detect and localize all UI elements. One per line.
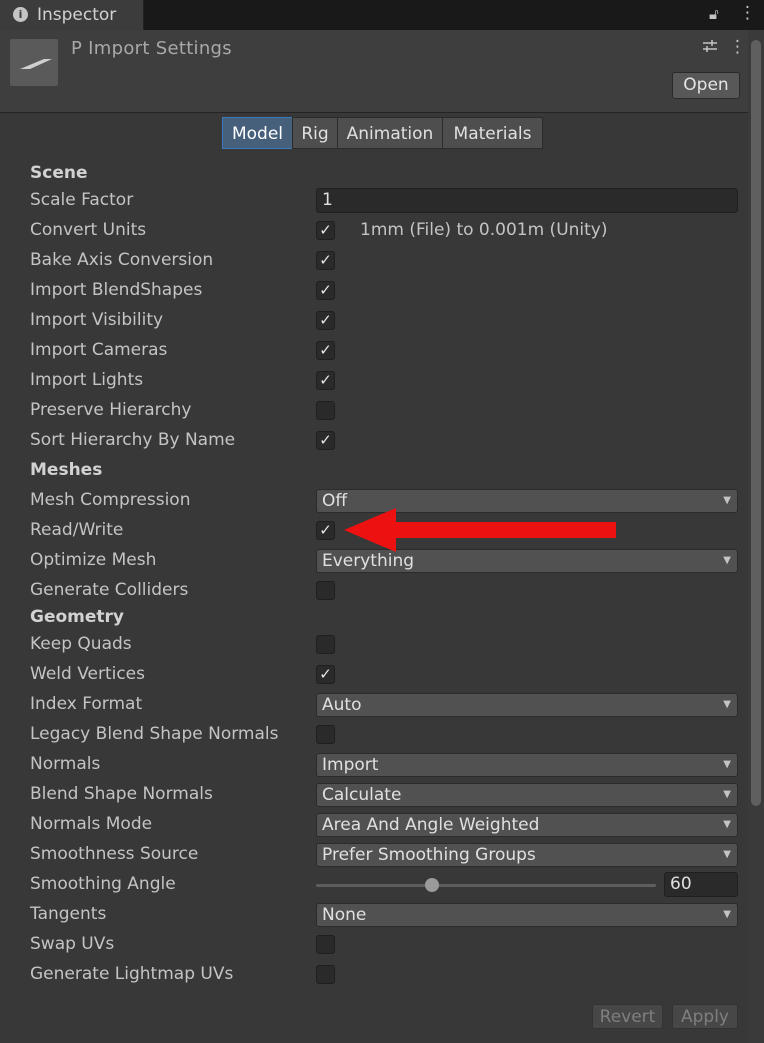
asset-title: P Import Settings	[71, 38, 232, 59]
read-write-checkbox[interactable]: ✓	[316, 521, 335, 540]
scrollbar-thumb[interactable]	[751, 40, 761, 806]
scale-factor-field[interactable]: 1	[316, 188, 738, 213]
smoothing-angle-slider-thumb[interactable]	[425, 878, 439, 892]
normals-mode-value: Area And Angle Weighted	[322, 815, 540, 835]
weld-vertices-label: Weld Vertices	[30, 664, 145, 684]
blend-shape-normals-dropdown[interactable]: Calculate ▼	[316, 783, 738, 807]
tangents-value: None	[322, 905, 367, 925]
index-format-value: Auto	[322, 695, 362, 715]
apply-button[interactable]: Apply	[672, 1004, 738, 1029]
dropdown-arrow-icon: ▼	[723, 909, 731, 920]
section-meshes: Meshes	[30, 460, 103, 480]
import-lights-checkbox[interactable]: ✓	[316, 371, 335, 390]
tangents-dropdown[interactable]: None ▼	[316, 903, 738, 927]
import-visibility-checkbox[interactable]: ✓	[316, 311, 335, 330]
normals-mode-dropdown[interactable]: Area And Angle Weighted ▼	[316, 813, 738, 837]
smoothness-source-value: Prefer Smoothing Groups	[322, 845, 536, 865]
asset-thumbnail-icon	[10, 39, 58, 86]
kebab-menu-icon[interactable]: ⋮	[729, 37, 746, 57]
smoothing-angle-field[interactable]: 60	[664, 872, 738, 897]
legacy-blend-checkbox[interactable]	[316, 725, 335, 744]
weld-vertices-checkbox[interactable]: ✓	[316, 665, 335, 684]
smoothing-angle-slider[interactable]	[316, 884, 656, 887]
section-scene: Scene	[30, 163, 88, 183]
smoothness-source-dropdown[interactable]: Prefer Smoothing Groups ▼	[316, 843, 738, 867]
normals-value: Import	[322, 755, 379, 775]
sort-hierarchy-label: Sort Hierarchy By Name	[30, 430, 236, 450]
sliders-icon[interactable]	[702, 38, 718, 58]
lightmap-uvs-label: Generate Lightmap UVs	[30, 964, 234, 984]
tab-rig[interactable]: Rig	[292, 117, 338, 149]
generate-colliders-checkbox[interactable]	[316, 581, 335, 600]
keep-quads-label: Keep Quads	[30, 634, 132, 654]
normals-mode-label: Normals Mode	[30, 814, 153, 834]
index-format-label: Index Format	[30, 694, 143, 714]
kebab-menu-icon[interactable]: ⋮	[739, 3, 756, 23]
mesh-compression-label: Mesh Compression	[30, 490, 191, 510]
dropdown-arrow-icon: ▼	[723, 819, 731, 830]
blend-shape-normals-label: Blend Shape Normals	[30, 784, 213, 804]
blend-shape-normals-value: Calculate	[322, 785, 402, 805]
open-button[interactable]: Open	[672, 72, 740, 99]
import-blendshapes-checkbox[interactable]: ✓	[316, 281, 335, 300]
lock-icon[interactable]: 🔓︎	[709, 5, 719, 23]
legacy-blend-label: Legacy Blend Shape Normals	[30, 724, 279, 744]
smoothness-source-label: Smoothness Source	[30, 844, 199, 864]
dropdown-arrow-icon: ▼	[723, 789, 731, 800]
import-lights-label: Import Lights	[30, 370, 144, 390]
convert-units-label: Convert Units	[30, 220, 147, 240]
convert-units-checkbox[interactable]: ✓	[316, 221, 335, 240]
preserve-hierarchy-checkbox[interactable]	[316, 401, 335, 420]
convert-units-note: 1mm (File) to 0.001m (Unity)	[360, 220, 608, 240]
bake-axis-label: Bake Axis Conversion	[30, 250, 214, 270]
smoothing-angle-label: Smoothing Angle	[30, 874, 176, 894]
normals-dropdown[interactable]: Import ▼	[316, 753, 738, 777]
annotation-arrow-icon	[340, 505, 620, 560]
dropdown-arrow-icon: ▼	[723, 759, 731, 770]
revert-button[interactable]: Revert	[592, 1004, 663, 1029]
import-visibility-label: Import Visibility	[30, 310, 164, 330]
normals-label: Normals	[30, 754, 101, 774]
index-format-dropdown[interactable]: Auto ▼	[316, 693, 738, 717]
generate-colliders-label: Generate Colliders	[30, 580, 189, 600]
dropdown-arrow-icon: ▼	[723, 555, 731, 566]
import-blendshapes-label: Import BlendShapes	[30, 280, 203, 300]
read-write-label: Read/Write	[30, 520, 124, 540]
tangents-label: Tangents	[30, 904, 107, 924]
section-geometry: Geometry	[30, 607, 124, 627]
dropdown-arrow-icon: ▼	[723, 849, 731, 860]
dropdown-arrow-icon: ▼	[723, 495, 731, 506]
lightmap-uvs-checkbox[interactable]	[316, 965, 335, 984]
sort-hierarchy-checkbox[interactable]: ✓	[316, 431, 335, 450]
tab-animation[interactable]: Animation	[337, 117, 443, 149]
dropdown-arrow-icon: ▼	[723, 699, 731, 710]
swap-uvs-checkbox[interactable]	[316, 935, 335, 954]
preserve-hierarchy-label: Preserve Hierarchy	[30, 400, 192, 420]
bake-axis-checkbox[interactable]: ✓	[316, 251, 335, 270]
tab-materials[interactable]: Materials	[442, 117, 543, 149]
keep-quads-checkbox[interactable]	[316, 635, 335, 654]
tab-inspector[interactable]: i Inspector	[0, 0, 144, 30]
optimize-mesh-label: Optimize Mesh	[30, 550, 157, 570]
info-icon: i	[13, 7, 28, 22]
import-cameras-label: Import Cameras	[30, 340, 168, 360]
tab-title: Inspector	[37, 5, 117, 25]
tab-model[interactable]: Model	[222, 117, 293, 149]
import-cameras-checkbox[interactable]: ✓	[316, 341, 335, 360]
swap-uvs-label: Swap UVs	[30, 934, 115, 954]
scale-factor-label: Scale Factor	[30, 190, 134, 210]
